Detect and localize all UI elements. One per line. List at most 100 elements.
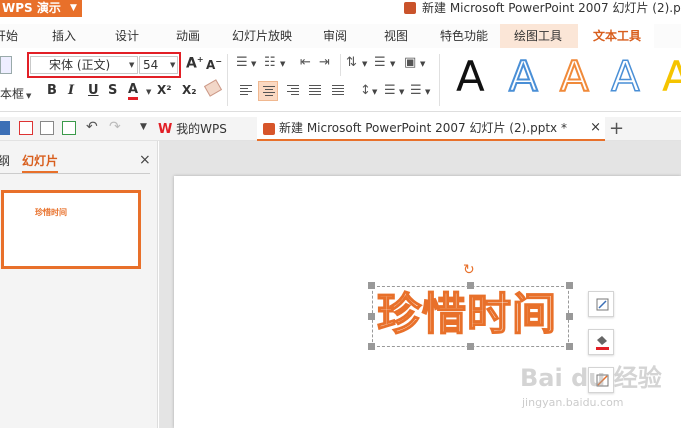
chevron-down-icon[interactable]: ▼: [251, 60, 256, 68]
print-icon[interactable]: [40, 121, 54, 135]
line-spacing-icon[interactable]: ↕: [360, 83, 371, 98]
menu-tab-label: 特色功能: [440, 29, 489, 43]
close-panel-icon[interactable]: ×: [139, 152, 151, 168]
redo-icon[interactable]: ↷: [109, 119, 121, 135]
slide-thumbnail[interactable]: [1, 190, 141, 269]
resize-handle[interactable]: [467, 343, 474, 350]
textbox-label: 本框: [0, 87, 25, 101]
save-icon[interactable]: [0, 121, 10, 135]
decrease-indent-icon[interactable]: ⇤: [300, 55, 311, 70]
resize-handle[interactable]: [368, 313, 375, 320]
menu-tab-home[interactable]: 开始: [0, 24, 18, 48]
quick-access-menu-icon[interactable]: ▼: [140, 122, 147, 132]
align-left-button[interactable]: [236, 81, 256, 101]
italic-icon: I: [68, 83, 75, 98]
bold-button[interactable]: B: [47, 83, 57, 98]
column-layout-icon[interactable]: ☰: [374, 55, 386, 70]
superscript-icon: X²: [157, 83, 172, 97]
paragraph-spacing-icon[interactable]: ☰: [384, 83, 396, 98]
undo-icon[interactable]: ↶: [86, 119, 98, 135]
distribute-button[interactable]: [328, 81, 348, 101]
bullet-list-icon[interactable]: ☰: [236, 55, 248, 70]
menu-tab-review[interactable]: 审阅: [323, 24, 347, 48]
chevron-down-icon[interactable]: ▼: [372, 88, 377, 96]
menu-tab-label: 审阅: [323, 29, 348, 43]
export-pdf-icon[interactable]: [19, 121, 33, 135]
shadow-button[interactable]: S: [108, 83, 117, 98]
chevron-down-icon[interactable]: ▼: [425, 88, 430, 96]
resize-handle[interactable]: [368, 343, 375, 350]
text-style-orange-outline[interactable]: A: [559, 52, 590, 101]
align-right-icon: [287, 85, 299, 97]
shrink-font-button[interactable]: A−: [206, 57, 222, 72]
textbox-button[interactable]: 本框 ▼: [0, 85, 32, 102]
subscript-button[interactable]: X₂: [182, 83, 197, 97]
font-name-select[interactable]: 宋体 (正文): [30, 56, 138, 74]
slides-tab[interactable]: 幻灯片: [22, 152, 59, 173]
slides-panel: [0, 141, 158, 428]
resize-handle[interactable]: [566, 343, 573, 350]
text-box-align-icon[interactable]: ▣: [404, 55, 416, 70]
presentation-file-icon: [404, 2, 416, 14]
rotate-handle-icon[interactable]: ↻: [463, 262, 475, 278]
justify-button[interactable]: [305, 81, 325, 101]
text-style-black[interactable]: A: [456, 54, 485, 100]
chevron-down-icon[interactable]: ▼: [170, 61, 175, 69]
menu-tab-insert[interactable]: 插入: [52, 24, 76, 48]
wps-logo-icon: W: [158, 122, 173, 137]
menu-tab-text-tools[interactable]: 文本工具: [578, 24, 654, 48]
textbox-icon[interactable]: [0, 56, 12, 74]
bold-icon: B: [47, 83, 57, 98]
font-color-button[interactable]: A: [128, 83, 139, 100]
chevron-down-icon[interactable]: ▼: [399, 88, 404, 96]
chevron-down-icon[interactable]: ▼: [146, 88, 151, 96]
slide-title-text[interactable]: 珍惜时间: [376, 288, 567, 341]
justify-icon: [309, 85, 321, 97]
increase-indent-icon[interactable]: ⇥: [319, 55, 330, 70]
add-tab-button[interactable]: +: [609, 117, 624, 141]
fill-color-button[interactable]: [588, 329, 614, 355]
text-style-yellow[interactable]: A: [662, 54, 681, 100]
outline-tab[interactable]: 纲: [0, 152, 10, 169]
superscript-button[interactable]: X²: [157, 83, 172, 97]
menu-tab-design[interactable]: 设计: [115, 24, 139, 48]
edit-shape-button[interactable]: [588, 291, 614, 317]
grow-font-button[interactable]: A+: [186, 55, 204, 72]
numbered-list-icon[interactable]: ☷: [264, 55, 276, 70]
italic-button[interactable]: I: [68, 83, 74, 98]
underline-button[interactable]: U: [88, 83, 99, 98]
menu-tab-slideshow[interactable]: 幻灯片放映: [232, 24, 292, 48]
text-direction-icon[interactable]: ⇅: [346, 55, 357, 70]
vertical-align-icon[interactable]: ☰: [410, 83, 422, 98]
chevron-down-icon[interactable]: ▼: [280, 60, 285, 68]
menu-tab-label: 开始: [0, 29, 18, 43]
chevron-down-icon[interactable]: ▼: [362, 60, 367, 68]
align-right-button[interactable]: [283, 81, 303, 101]
text-style-blue-outline[interactable]: A: [508, 53, 539, 101]
resize-handle[interactable]: [566, 313, 573, 320]
chevron-down-icon[interactable]: ▼: [420, 60, 425, 68]
menu-tab-animation[interactable]: 动画: [176, 24, 200, 48]
resize-handle[interactable]: [368, 282, 375, 289]
edit-pen-icon: [596, 298, 609, 311]
print-preview-icon[interactable]: [62, 121, 76, 135]
watermark-url: jingyan.baidu.com: [522, 396, 624, 409]
menu-tab-drawing-tools[interactable]: 绘图工具: [500, 24, 578, 48]
align-center-button[interactable]: [258, 81, 278, 101]
text-style-blue-thin[interactable]: A: [610, 53, 640, 101]
resize-handle[interactable]: [566, 282, 573, 289]
menu-tab-features[interactable]: 特色功能: [440, 24, 488, 48]
chevron-down-icon[interactable]: ▼: [129, 61, 134, 69]
menu-tab-view[interactable]: 视图: [384, 24, 408, 48]
window-title: 新建 Microsoft PowerPoint 2007 幻灯片 (2).pp: [404, 0, 681, 17]
resize-handle[interactable]: [467, 282, 474, 289]
chevron-down-icon: ▼: [26, 92, 32, 100]
tab-my-wps[interactable]: W 我的WPS: [158, 119, 227, 139]
wps-app-button[interactable]: WPS 演示 ▼: [0, 0, 82, 17]
font-size-value: 54: [143, 58, 159, 72]
ribbon-separator: [340, 54, 341, 76]
style-letter: A: [559, 52, 590, 101]
close-tab-icon[interactable]: ×: [590, 117, 601, 139]
tab-document[interactable]: 新建 Microsoft PowerPoint 2007 幻灯片 (2).ppt…: [257, 117, 605, 141]
chevron-down-icon[interactable]: ▼: [390, 60, 395, 68]
